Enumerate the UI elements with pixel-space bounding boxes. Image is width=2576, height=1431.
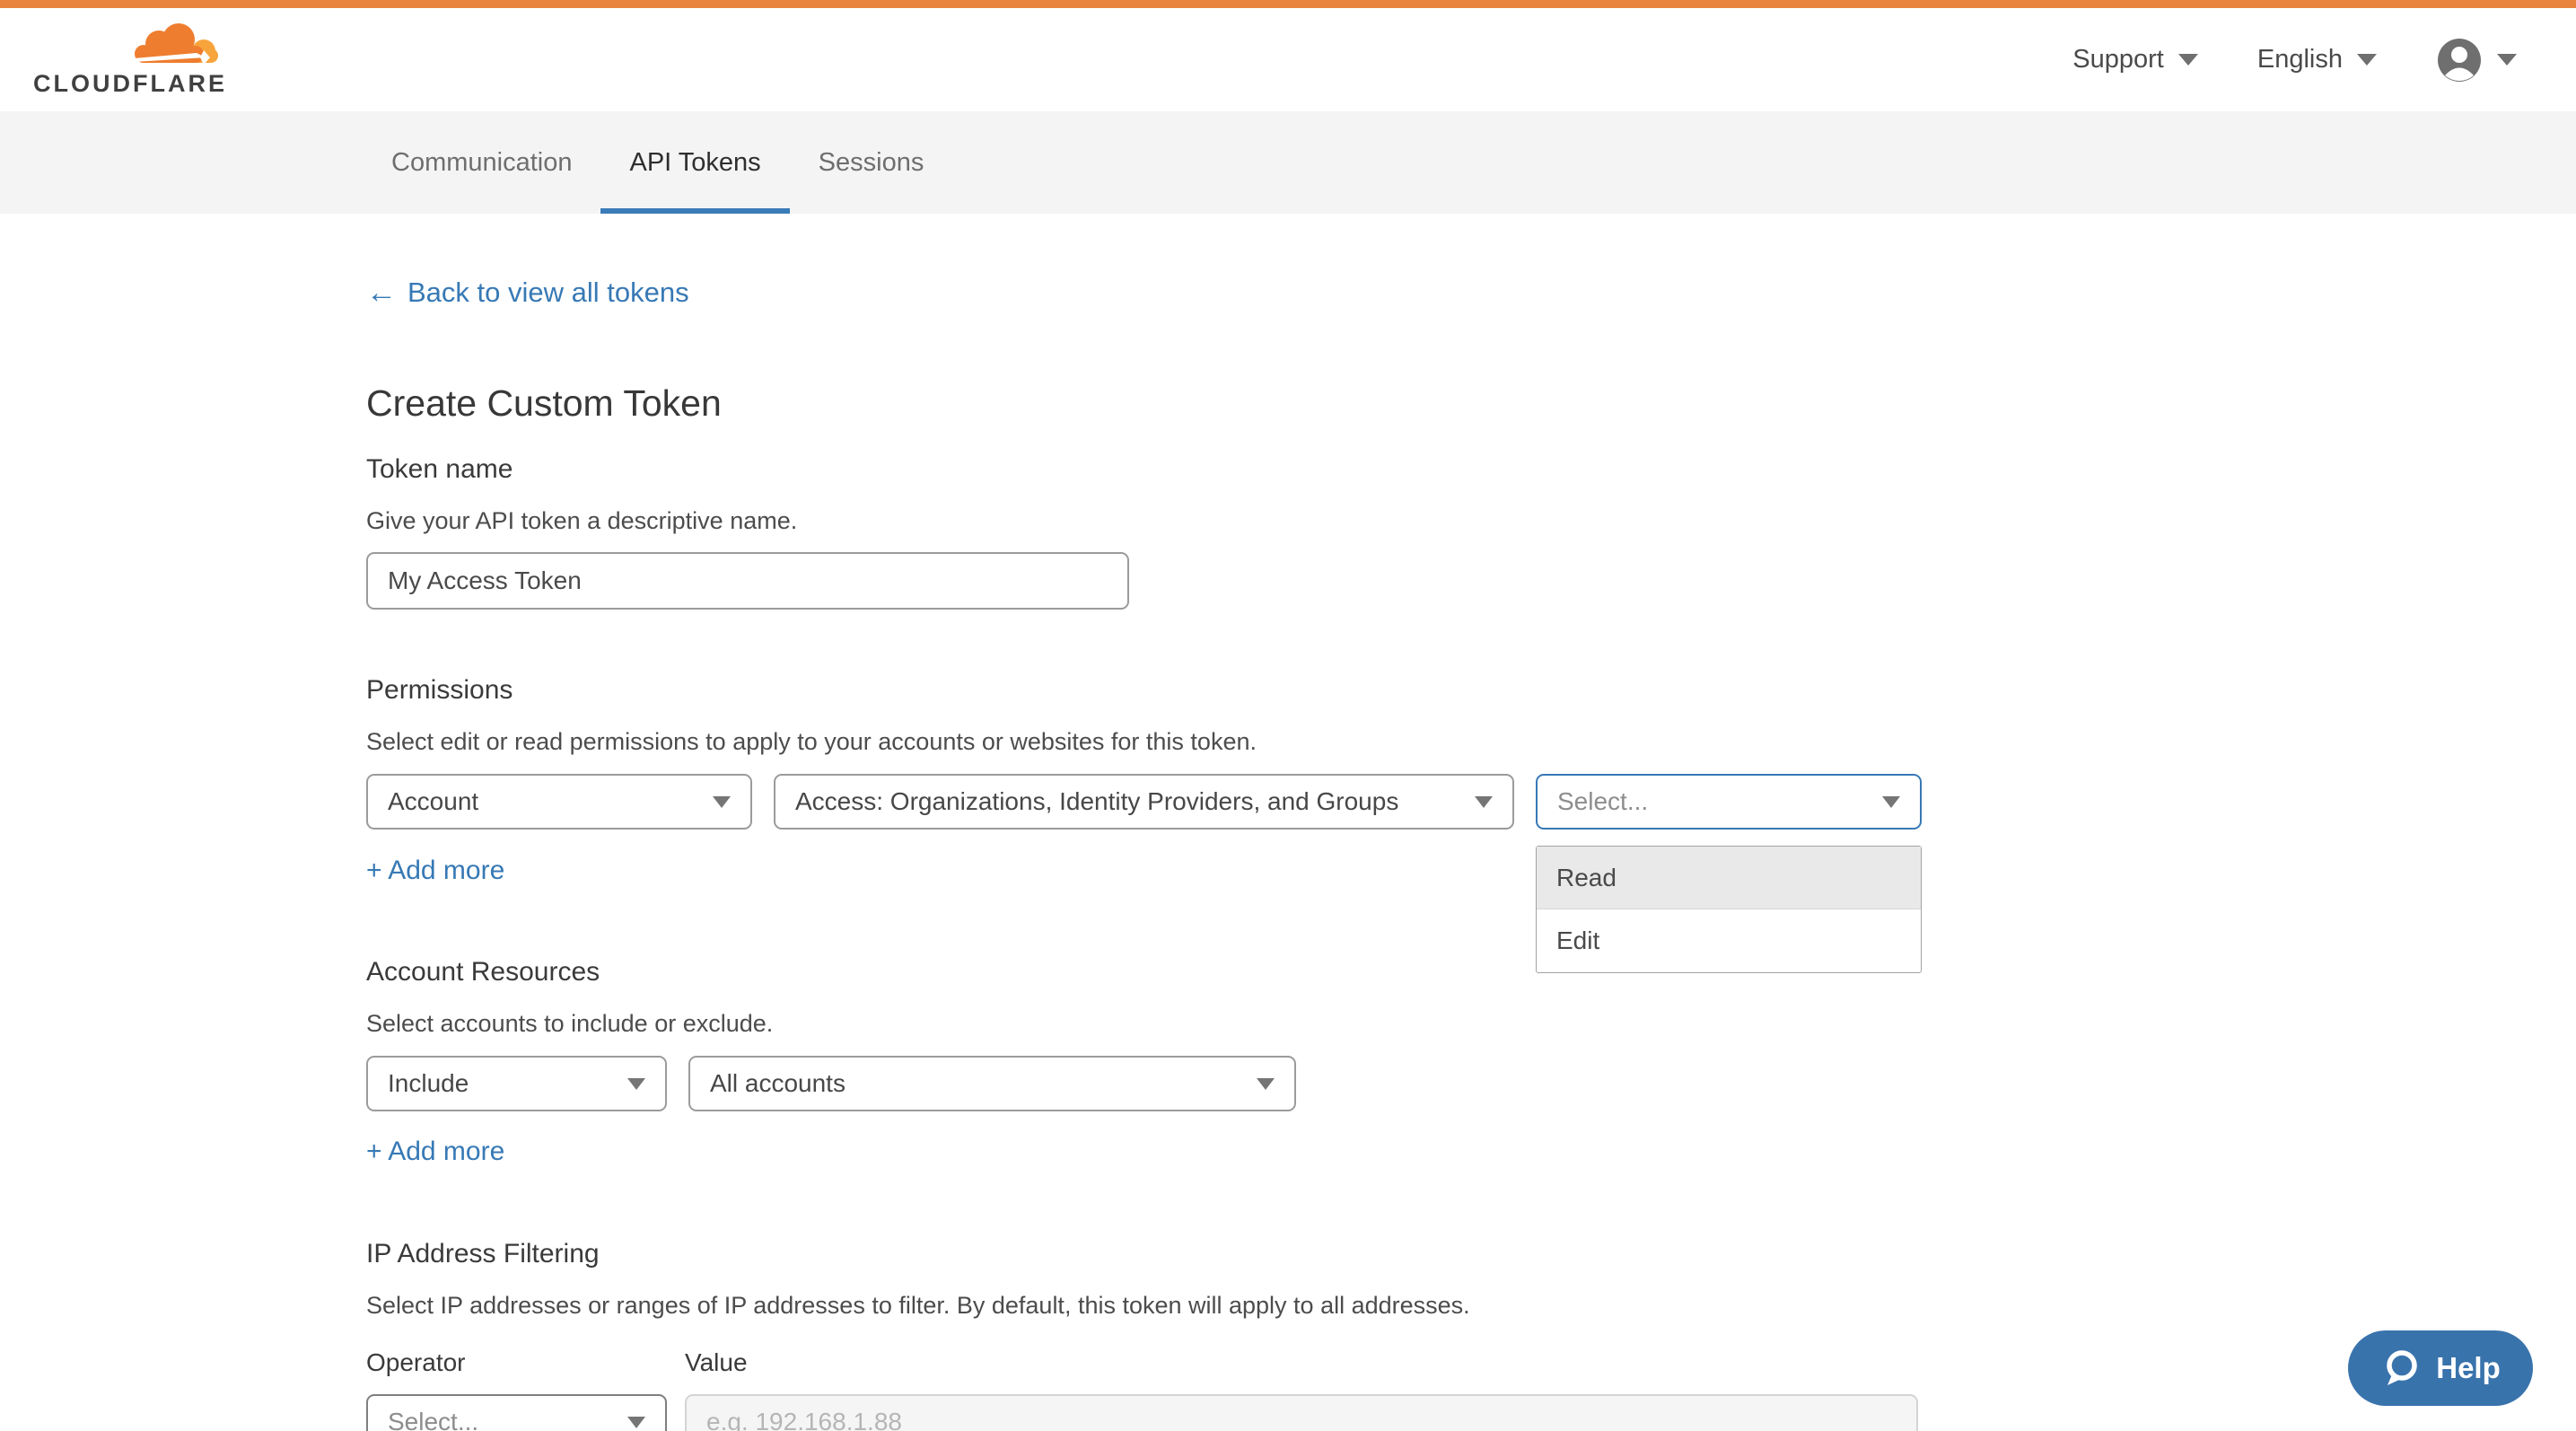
brand-accent-bar	[0, 0, 2576, 8]
chevron-down-icon	[2497, 54, 2517, 66]
ip-operator-placeholder: Select...	[388, 1408, 478, 1431]
page-title: Create Custom Token	[366, 382, 2576, 425]
resource-mode-value: Include	[388, 1069, 469, 1098]
header: CLOUDFLARE Support English	[0, 8, 2576, 111]
chevron-down-icon	[627, 1078, 645, 1090]
tab-sessions-label: Sessions	[819, 148, 924, 178]
menu-item-edit[interactable]: Edit	[1537, 909, 1921, 972]
cloudflare-cloud-icon	[128, 22, 223, 68]
permissions-heading: Permissions	[366, 675, 2576, 706]
ip-operator-select[interactable]: Select...	[366, 1394, 667, 1431]
back-link[interactable]: ← Back to view all tokens	[366, 277, 689, 309]
chevron-down-icon	[627, 1417, 645, 1428]
cloudflare-wordmark: CLOUDFLARE	[33, 70, 226, 98]
tab-sessions[interactable]: Sessions	[790, 111, 953, 214]
permission-resource-select[interactable]: Access: Organizations, Identity Provider…	[774, 774, 1514, 830]
support-menu-label: Support	[2072, 45, 2164, 75]
permission-scope-select[interactable]: Account	[366, 774, 752, 830]
token-name-heading: Token name	[366, 454, 2576, 485]
cloudflare-logo[interactable]: CLOUDFLARE	[33, 22, 226, 98]
main-content: ← Back to view all tokens Create Custom …	[0, 214, 2576, 1431]
menu-item-read[interactable]: Read	[1537, 847, 1921, 909]
header-nav: Support English	[2072, 37, 2517, 83]
chevron-down-icon	[2178, 54, 2198, 66]
help-button-label: Help	[2436, 1351, 2501, 1385]
active-tab-indicator	[600, 208, 789, 214]
ip-filtering-labels: Operator Value	[366, 1348, 2576, 1377]
chevron-down-icon	[1257, 1078, 1275, 1090]
permission-level-menu: Read Edit	[1536, 846, 1922, 973]
user-avatar-icon	[2436, 37, 2483, 83]
account-resources-description: Select accounts to include or exclude.	[366, 1010, 2576, 1038]
back-link-label: Back to view all tokens	[407, 277, 689, 309]
tab-communication[interactable]: Communication	[363, 111, 600, 214]
tab-api-tokens[interactable]: API Tokens	[600, 111, 789, 214]
permission-resource-value: Access: Organizations, Identity Provider…	[795, 787, 1398, 816]
resource-accounts-value: All accounts	[710, 1069, 846, 1098]
tab-bar: Communication API Tokens Sessions	[0, 111, 2576, 214]
token-name-input[interactable]	[366, 552, 1129, 610]
permission-level-placeholder: Select...	[1557, 787, 1648, 816]
language-menu-label: English	[2257, 45, 2343, 75]
tab-api-tokens-label: API Tokens	[629, 148, 760, 178]
chevron-down-icon	[1882, 796, 1900, 808]
chevron-down-icon	[713, 796, 731, 808]
language-menu[interactable]: English	[2257, 45, 2377, 75]
account-resources-row: Include All accounts	[366, 1056, 2576, 1111]
add-account-resource-link[interactable]: + Add more	[366, 1137, 504, 1167]
permission-level-select[interactable]: Select... Read Edit	[1536, 774, 1922, 830]
account-resources-heading: Account Resources	[366, 957, 2576, 988]
support-menu[interactable]: Support	[2072, 45, 2198, 75]
token-name-description: Give your API token a descriptive name.	[366, 507, 2576, 535]
ip-filtering-description: Select IP addresses or ranges of IP addr…	[366, 1292, 2576, 1320]
help-button[interactable]: Help	[2348, 1330, 2533, 1406]
ip-value-input[interactable]	[685, 1394, 1918, 1431]
left-arrow-icon: ←	[366, 277, 397, 308]
permissions-description: Select edit or read permissions to apply…	[366, 728, 2576, 756]
add-permission-link[interactable]: + Add more	[366, 856, 504, 886]
chevron-down-icon	[2357, 54, 2377, 66]
tab-communication-label: Communication	[391, 148, 572, 178]
resource-mode-select[interactable]: Include	[366, 1056, 667, 1111]
value-label: Value	[685, 1348, 748, 1377]
resource-accounts-select[interactable]: All accounts	[688, 1056, 1296, 1111]
ip-filtering-heading: IP Address Filtering	[366, 1239, 2576, 1269]
chat-bubble-icon	[2380, 1348, 2422, 1389]
operator-label: Operator	[366, 1348, 685, 1377]
account-menu[interactable]	[2436, 37, 2517, 83]
ip-filtering-row: Select...	[366, 1394, 2576, 1431]
permissions-row: Account Access: Organizations, Identity …	[366, 774, 2576, 830]
chevron-down-icon	[1475, 796, 1493, 808]
permission-scope-value: Account	[388, 787, 478, 816]
